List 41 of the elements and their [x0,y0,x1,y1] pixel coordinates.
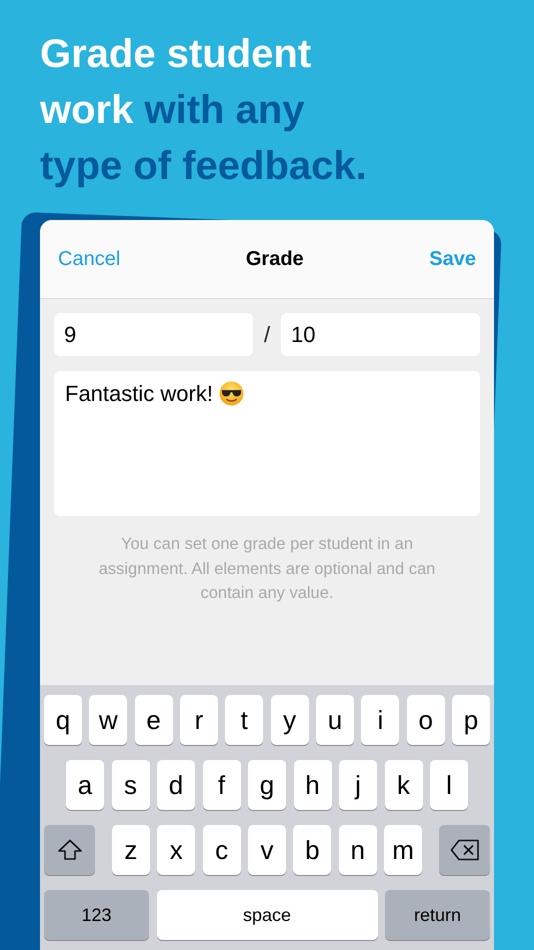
letter-key[interactable]: n [338,825,377,875]
letter-key[interactable]: i [361,695,400,745]
letter-key[interactable]: d [157,760,195,810]
letter-key[interactable]: e [134,695,173,745]
shift-key[interactable] [44,825,95,875]
letter-key[interactable]: p [452,695,490,745]
letter-key[interactable]: k [384,760,422,810]
letter-key[interactable]: h [294,760,332,810]
comment-field[interactable]: Fantastic work! [54,371,480,516]
sunglasses-face-icon [218,381,244,406]
numbers-key[interactable]: 123 [44,890,149,940]
letter-key[interactable]: a [66,760,104,810]
letter-key[interactable]: u [316,695,354,745]
letter-key[interactable]: f [202,760,240,810]
letter-key[interactable]: t [225,695,264,745]
letter-key[interactable]: b [293,825,332,875]
score-field[interactable]: 9 [54,313,253,356]
hint-text: You can set one grade per student in an assignment. All elements are optional and can contain any value. [98,534,436,604]
letter-key[interactable]: y [270,695,309,745]
letter-key[interactable]: o [406,695,445,745]
letter-key[interactable]: r [180,695,218,745]
letter-key[interactable]: q [44,695,82,745]
letter-key[interactable]: x [157,825,196,875]
letter-key[interactable]: g [248,760,286,810]
shift-icon [56,839,82,861]
sheet-title: Grade [246,248,304,270]
letter-key[interactable]: s [112,760,150,810]
letter-key[interactable]: c [202,825,241,875]
letter-key[interactable]: l [430,760,468,810]
letter-key[interactable]: z [112,825,150,875]
letter-key[interactable]: m [384,825,422,875]
letter-key[interactable]: w [89,695,128,745]
letter-key[interactable]: v [248,825,286,875]
separator-text: / [262,322,272,348]
delete-key[interactable] [439,825,490,875]
space-key[interactable]: space [156,890,378,940]
headline: Grade student work with any type of feedback. [40,31,368,190]
backspace-icon [450,839,480,861]
return-key[interactable]: return [385,890,490,940]
letter-key[interactable]: j [339,760,377,810]
max-score-field[interactable]: 10 [281,313,480,356]
